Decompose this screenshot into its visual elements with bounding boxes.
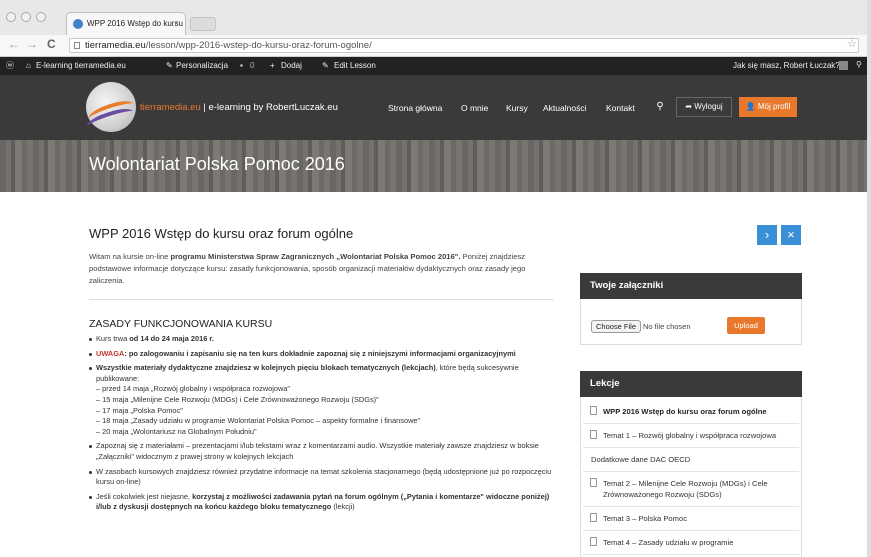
document-icon	[590, 537, 597, 546]
document-icon	[590, 406, 597, 415]
site-header: tierramedia.eu | e-learning by RobertLuc…	[0, 75, 871, 140]
pencil-icon: ✎	[322, 61, 329, 70]
forward-arrow-icon[interactable]: →	[26, 37, 38, 51]
rules-list: Kurs trwa od 14 do 24 maja 2016 r. UWAGA…	[89, 334, 559, 517]
list-item: W zasobach kursowych znajdziesz również …	[89, 467, 559, 488]
document-icon	[590, 478, 597, 487]
browser-tab-bar: WPP 2016 Wstęp do kursu ×	[0, 0, 871, 35]
close-lesson-button[interactable]: ×	[781, 225, 801, 245]
site-name-highlight: tierramedia.eu	[140, 102, 201, 113]
list-item: Kurs trwa od 14 do 24 maja 2016 r.	[89, 334, 559, 345]
lesson-item-topic-1[interactable]: Temat 1 – Rozwój globalny i współpraca r…	[583, 424, 799, 448]
next-lesson-button[interactable]: ›	[757, 225, 777, 245]
admin-customize-link[interactable]: Personalizacja	[176, 61, 228, 70]
admin-bar: ⓦ ⌂ E-learning tierramedia.eu ✎ Personal…	[0, 57, 871, 75]
plus-icon: +	[270, 61, 275, 70]
wordpress-logo-icon[interactable]: ⓦ	[6, 60, 14, 71]
menu-item-news[interactable]: Aktualności	[543, 103, 586, 113]
lesson-item-intro[interactable]: WPP 2016 Wstęp do kursu oraz forum ogóln…	[583, 400, 799, 424]
site-name-rest: | e-learning by RobertLuczak.eu	[200, 102, 338, 113]
menu-item-home[interactable]: Strona główna	[388, 103, 442, 113]
window-zoom-button[interactable]	[36, 12, 46, 22]
lesson-item-topic-4[interactable]: Temat 4 – Zasady udziału w programie	[583, 531, 799, 555]
lesson-label: Temat 1 – Rozwój globalny i współpraca r…	[603, 431, 777, 440]
reload-icon[interactable]: C	[47, 37, 56, 51]
lesson-label: Temat 4 – Zasady udziału w programie	[603, 538, 734, 547]
comment-icon: ▪	[240, 61, 243, 70]
user-avatar[interactable]	[839, 61, 848, 70]
bookmark-star-icon[interactable]: ☆	[847, 37, 857, 50]
page-icon	[74, 42, 80, 49]
lesson-label: WPP 2016 Wstęp do kursu oraz forum ogóln…	[603, 407, 767, 416]
admin-site-link[interactable]: E-learning tierramedia.eu	[36, 61, 126, 70]
lesson-title: WPP 2016 Wstęp do kursu oraz forum ogóln…	[89, 226, 354, 241]
lesson-label: Dodatkowe dane DAC OECD	[591, 455, 691, 464]
site-favicon-icon	[73, 19, 83, 29]
menu-item-about[interactable]: O mnie	[461, 103, 488, 113]
admin-greeting[interactable]: Jak się masz, Robert Łuczak?	[733, 61, 840, 70]
header-search-icon[interactable]: ⚲	[650, 97, 670, 117]
admin-add-link[interactable]: Dodaj	[281, 61, 302, 70]
lesson-label: Temat 3 – Polska Pomoc	[603, 514, 687, 523]
lessons-list: WPP 2016 Wstęp do kursu oraz forum ogóln…	[583, 400, 799, 555]
url-path: /lesson/wpp-2016-wstep-do-kursu-oraz-for…	[145, 40, 372, 51]
upload-button[interactable]: Upload	[727, 317, 765, 334]
comments-count[interactable]: 0	[250, 61, 254, 70]
site-globe-logo[interactable]	[85, 82, 136, 134]
list-item: Wszystkie materiały dydaktyczne znajdzie…	[89, 363, 559, 437]
logout-arrow-icon: ➦	[685, 102, 695, 111]
back-arrow-icon[interactable]: ←	[8, 37, 20, 51]
menu-item-contact[interactable]: Kontakt	[606, 103, 635, 113]
address-bar[interactable]: tierramedia.eu/lesson/wpp-2016-wstep-do-…	[69, 38, 859, 53]
list-item: Jeśli cokolwiek jest niejasne, korzystaj…	[89, 492, 559, 513]
lesson-item-topic-2[interactable]: Temat 2 – Milenijne Cele Rozwoju (MDGs) …	[583, 472, 799, 507]
brush-icon: ✎	[166, 61, 173, 70]
choose-file-button[interactable]: Choose File	[591, 320, 642, 333]
profile-label: Mój profil	[757, 102, 791, 111]
document-icon	[590, 430, 597, 439]
admin-search-icon[interactable]: ⚲	[856, 60, 862, 69]
window-close-button[interactable]	[6, 12, 16, 22]
admin-edit-lesson-link[interactable]: Edit Lesson	[334, 61, 376, 70]
window-edge	[867, 0, 871, 557]
logout-button[interactable]: ➦ Wyloguj	[676, 97, 732, 117]
list-item: Zapoznaj się z materiałami – prezentacja…	[89, 441, 559, 462]
intro-program-name: programu Ministerstwa Spraw Zagranicznyc…	[170, 252, 461, 261]
page-title: Wolontariat Polska Pomoc 2016	[89, 154, 345, 174]
lessons-title: Lekcje	[580, 371, 802, 397]
lesson-item-dac-oecd[interactable]: Dodatkowe dane DAC OECD	[583, 448, 799, 472]
site-name[interactable]: tierramedia.eu | e-learning by RobertLuc…	[140, 102, 338, 113]
tab-title: WPP 2016 Wstęp do kursu	[87, 19, 183, 28]
document-icon	[590, 513, 597, 522]
profile-button[interactable]: 👤 Mój profil	[739, 97, 797, 117]
window-minimize-button[interactable]	[21, 12, 31, 22]
user-icon: 👤	[745, 102, 758, 111]
logout-label: Wyloguj	[694, 102, 723, 111]
lesson-item-topic-3[interactable]: Temat 3 – Polska Pomoc	[583, 507, 799, 531]
browser-tab[interactable]: WPP 2016 Wstęp do kursu ×	[66, 12, 186, 35]
lesson-label: Temat 2 – Milenijne Cele Rozwoju (MDGs) …	[603, 479, 768, 499]
house-icon: ⌂	[26, 61, 31, 70]
menu-item-courses[interactable]: Kursy	[506, 103, 528, 113]
section-title: ZASADY FUNKCJONOWANIA KURSU	[89, 318, 273, 330]
lesson-intro: Witam na kursie on-line programu Ministe…	[89, 251, 559, 287]
list-item: UWAGA: po zalogowaniu i zapisaniu się na…	[89, 349, 559, 360]
browser-toolbar: ← → C tierramedia.eu/lesson/wpp-2016-wst…	[0, 35, 871, 57]
intro-text: Witam na kursie on-line	[89, 252, 171, 261]
new-tab-button[interactable]	[190, 17, 216, 31]
no-file-label: No file chosen	[643, 322, 691, 331]
content-divider	[89, 299, 554, 300]
url-domain: tierramedia.eu	[85, 40, 146, 51]
tab-close-icon[interactable]: ×	[174, 13, 179, 35]
attachments-title: Twoje załączniki	[580, 273, 802, 299]
